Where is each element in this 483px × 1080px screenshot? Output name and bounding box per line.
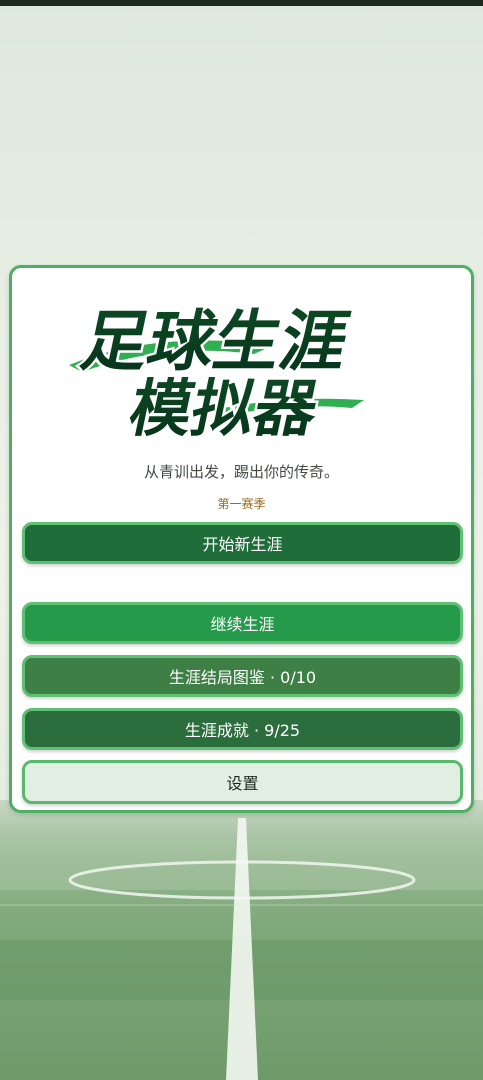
settings-button[interactable]: 设置	[22, 760, 463, 804]
status-bar	[0, 0, 483, 6]
game-logo: 足球生涯 模拟器	[64, 290, 434, 440]
logo-title-line2: 模拟器	[123, 373, 326, 440]
career-achievements-button[interactable]: 生涯成就 · 9/25	[22, 708, 463, 750]
season-label: 第一赛季	[217, 497, 266, 511]
main-menu-card: 足球生涯 模拟器 从青训出发，踢出你的传奇。 第一赛季 开始新生涯 继续生涯 生…	[9, 265, 474, 813]
logo-title-line1: 足球生涯	[75, 303, 355, 380]
tagline: 从青训出发，踢出你的传奇。	[143, 463, 339, 481]
continue-career-button[interactable]: 继续生涯	[22, 602, 463, 644]
new-career-button[interactable]: 开始新生涯	[22, 522, 463, 564]
career-endings-button[interactable]: 生涯结局图鉴 · 0/10	[22, 655, 463, 697]
background-football-pitch	[0, 800, 483, 1080]
